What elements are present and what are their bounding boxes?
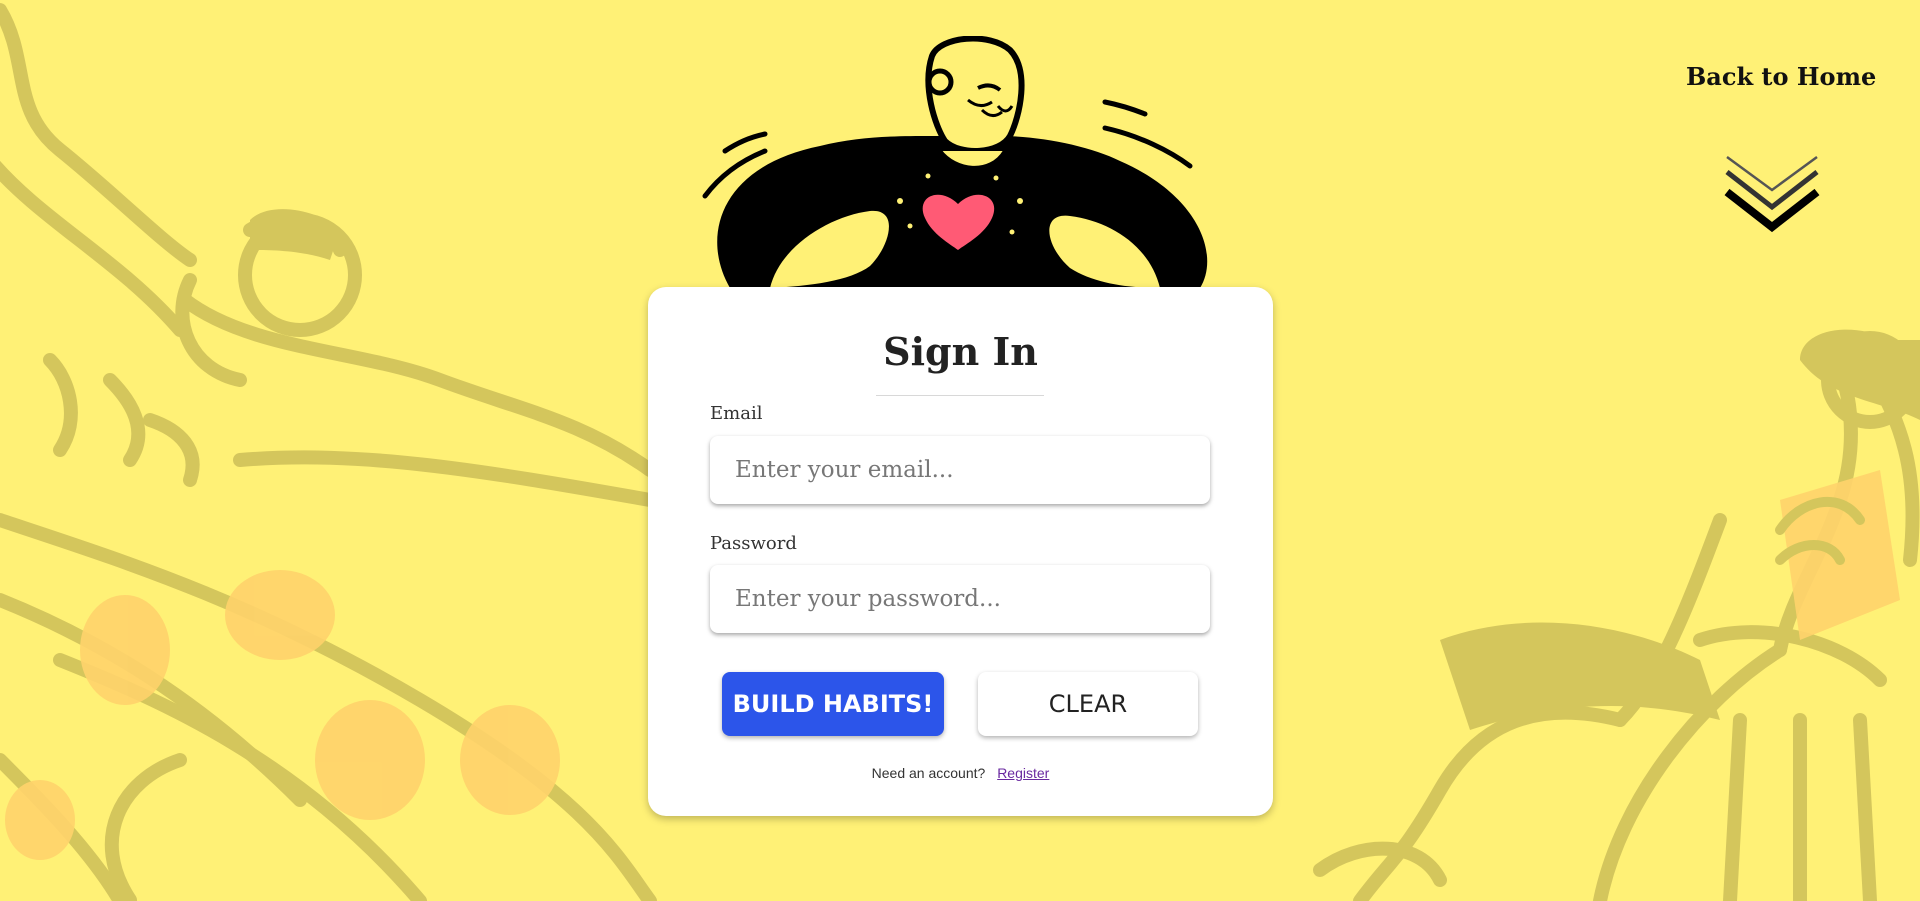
register-prompt-line: Need an account? Register	[648, 765, 1273, 781]
form-title: Sign In	[883, 329, 1038, 374]
password-label: Password	[710, 533, 797, 554]
clear-button[interactable]: CLEAR	[978, 672, 1198, 736]
double-chevron-down-icon[interactable]	[1722, 152, 1822, 242]
sign-in-card: Sign In Email Password BUILD HABITS! CLE…	[648, 287, 1273, 816]
back-to-home-link[interactable]: Back to Home	[1686, 62, 1876, 91]
register-prompt-text: Need an account?	[871, 765, 986, 781]
password-input[interactable]	[710, 565, 1210, 633]
person-heart-illustration	[702, 36, 1208, 288]
title-divider	[876, 395, 1044, 396]
email-input[interactable]	[710, 436, 1210, 504]
build-habits-button[interactable]: BUILD HABITS!	[722, 672, 944, 736]
email-label: Email	[710, 403, 763, 424]
register-link[interactable]: Register	[997, 765, 1049, 781]
sign-in-page: Back to Home Sign In Email Enter your em…	[0, 0, 1920, 901]
